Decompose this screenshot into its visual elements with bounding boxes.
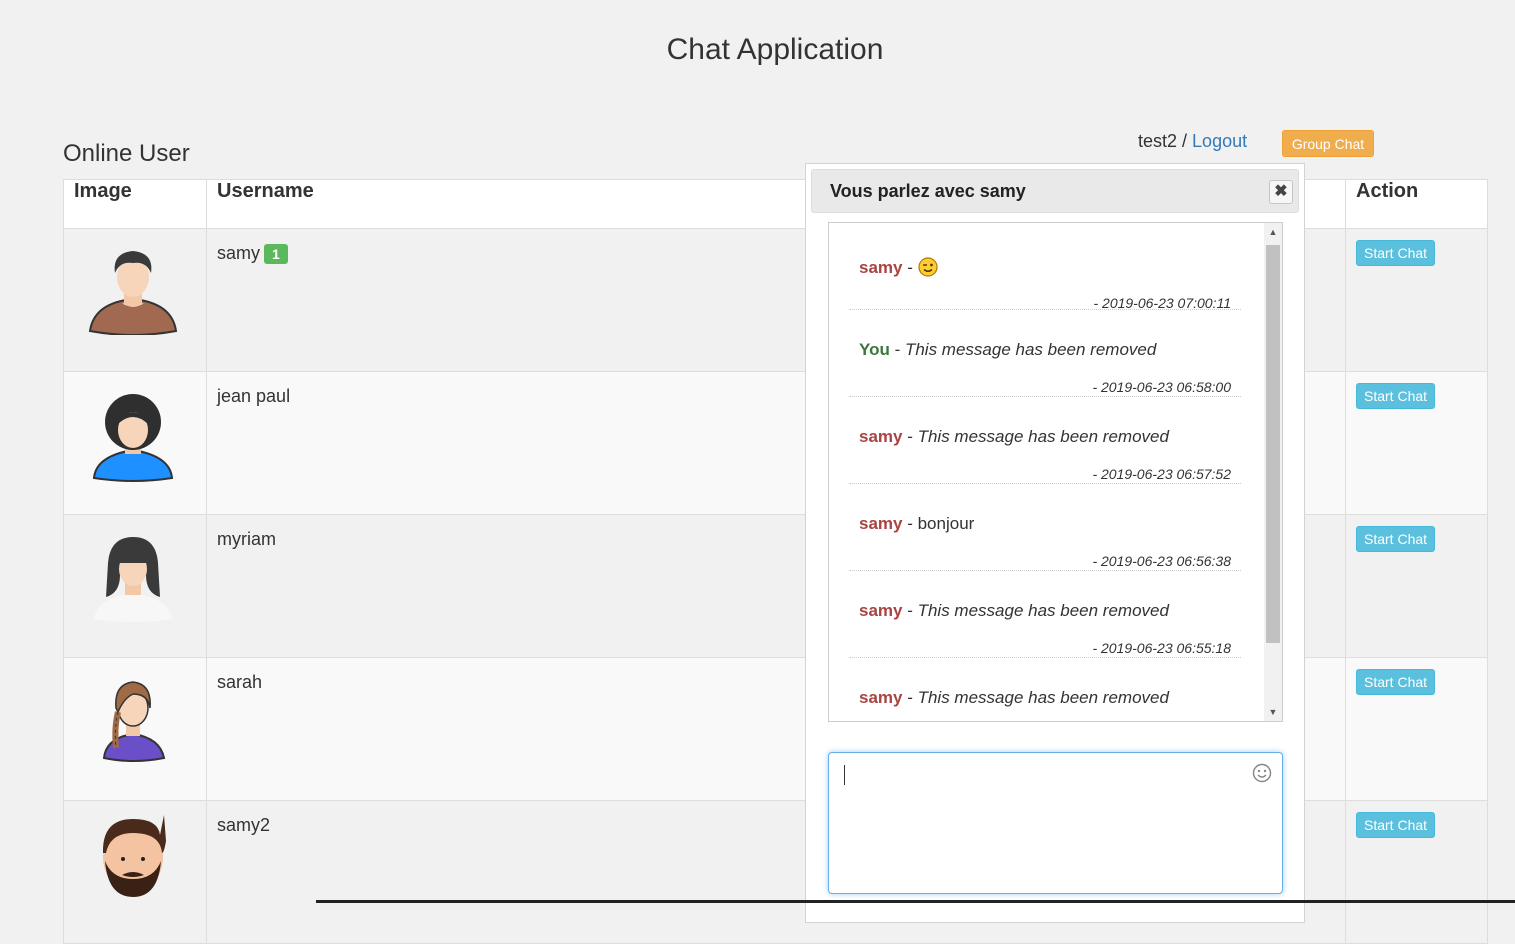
current-username: test2 [1138, 131, 1178, 151]
message-list: samy - - 2019-06-23 07:00:11 You - This … [849, 223, 1241, 721]
message-separator: - [902, 514, 918, 533]
message-author: samy [859, 514, 903, 533]
message-separator: - [902, 688, 918, 707]
group-chat-button[interactable]: Group Chat [1282, 130, 1374, 157]
page-title: Chat Application [666, 33, 884, 66]
smiley-icon[interactable] [1252, 763, 1272, 783]
chat-dialog: Vous parlez avec samy ✖ samy - - 2019-06… [805, 163, 1305, 923]
message-author: samy [859, 601, 903, 620]
female-long-hair-avatar-icon [94, 537, 172, 622]
message-text: This message has been removed [917, 601, 1169, 620]
text-cursor [844, 765, 845, 785]
male-short-hair-avatar-icon [88, 251, 178, 335]
message-text: This message has been removed [904, 340, 1157, 359]
message-text: This message has been removed [917, 688, 1169, 707]
action-cell: Start Chat [1345, 514, 1488, 658]
username-text: myriam [217, 529, 276, 549]
message-timestamp: - 2019-06-23 06:56:38 [1092, 553, 1231, 569]
message-author: samy [859, 427, 903, 446]
message-timestamp: - 2019-06-23 06:57:52 [1092, 466, 1231, 482]
message-timestamp: - 2019-06-23 06:58:00 [1092, 379, 1231, 395]
message-item: samy - bonjour - 2019-06-23 06:56:38 [849, 484, 1241, 571]
username-text: samy [217, 243, 261, 263]
avatar-cell [63, 800, 207, 944]
action-column-header: Action [1345, 179, 1488, 229]
separator: / [1177, 131, 1193, 151]
avatar-cell [63, 657, 207, 801]
message-input[interactable] [828, 752, 1283, 894]
online-users-heading: Online User [63, 140, 190, 167]
male-afro-avatar-icon [92, 394, 174, 482]
message-timestamp: - 2019-06-23 06:55:18 [1092, 640, 1231, 656]
message-separator: - [902, 601, 918, 620]
avatar-cell [63, 228, 207, 372]
start-chat-button[interactable]: Start Chat [1356, 812, 1436, 838]
message-author: samy [859, 258, 903, 277]
username-text: sarah [217, 672, 263, 692]
avatar-cell [63, 514, 207, 658]
action-cell: Start Chat [1345, 228, 1488, 372]
start-chat-button[interactable]: Start Chat [1356, 669, 1436, 695]
chat-dialog-title: Vous parlez avec samy [830, 181, 1026, 201]
start-chat-button[interactable]: Start Chat [1356, 240, 1436, 266]
image-column-header: Image [63, 179, 207, 229]
message-author: You [859, 340, 890, 359]
message-separator: - [902, 258, 918, 277]
male-beard-avatar-icon [102, 815, 166, 897]
action-cell: Start Chat [1345, 800, 1488, 944]
message-item: samy - - 2019-06-23 07:00:11 [849, 223, 1241, 311]
message-text: This message has been removed [917, 427, 1169, 446]
message-item: samy - This message has been removed - 2… [849, 397, 1241, 484]
female-braid-avatar-icon [102, 681, 166, 762]
chat-dialog-header[interactable]: Vous parlez avec samy ✖ [811, 169, 1299, 213]
close-icon[interactable]: ✖ [1269, 180, 1293, 204]
username-text: samy2 [217, 815, 271, 835]
message-item: samy - This message has been removed - 2… [849, 571, 1241, 658]
scroll-up-arrow-icon[interactable]: ▲ [1264, 223, 1282, 241]
start-chat-button[interactable]: Start Chat [1356, 526, 1436, 552]
message-separator: - [889, 340, 905, 359]
action-cell: Start Chat [1345, 371, 1488, 515]
avatar-cell [63, 371, 207, 515]
message-timestamp: - 2019-06-23 07:00:11 [1093, 295, 1231, 311]
message-history[interactable]: samy - - 2019-06-23 07:00:11 You - This … [828, 222, 1283, 722]
message-item: samy - This message has been removed [849, 658, 1241, 721]
unread-count-badge: 1 [264, 244, 288, 265]
message-author: samy [859, 688, 903, 707]
scrollbar-thumb[interactable] [1266, 245, 1280, 643]
logout-link[interactable]: Logout [1192, 131, 1247, 151]
start-chat-button[interactable]: Start Chat [1356, 383, 1436, 409]
message-text: bonjour [917, 514, 975, 533]
username-text: jean paul [217, 386, 291, 406]
current-user-info: test2 / Logout [1138, 131, 1247, 152]
message-scrollbar[interactable]: ▲ ▼ [1264, 223, 1282, 721]
message-separator: - [902, 427, 918, 446]
action-cell: Start Chat [1345, 657, 1488, 801]
wink-emoji [917, 257, 938, 277]
scroll-down-arrow-icon[interactable]: ▼ [1264, 703, 1282, 721]
message-item: You - This message has been removed - 20… [849, 310, 1241, 397]
